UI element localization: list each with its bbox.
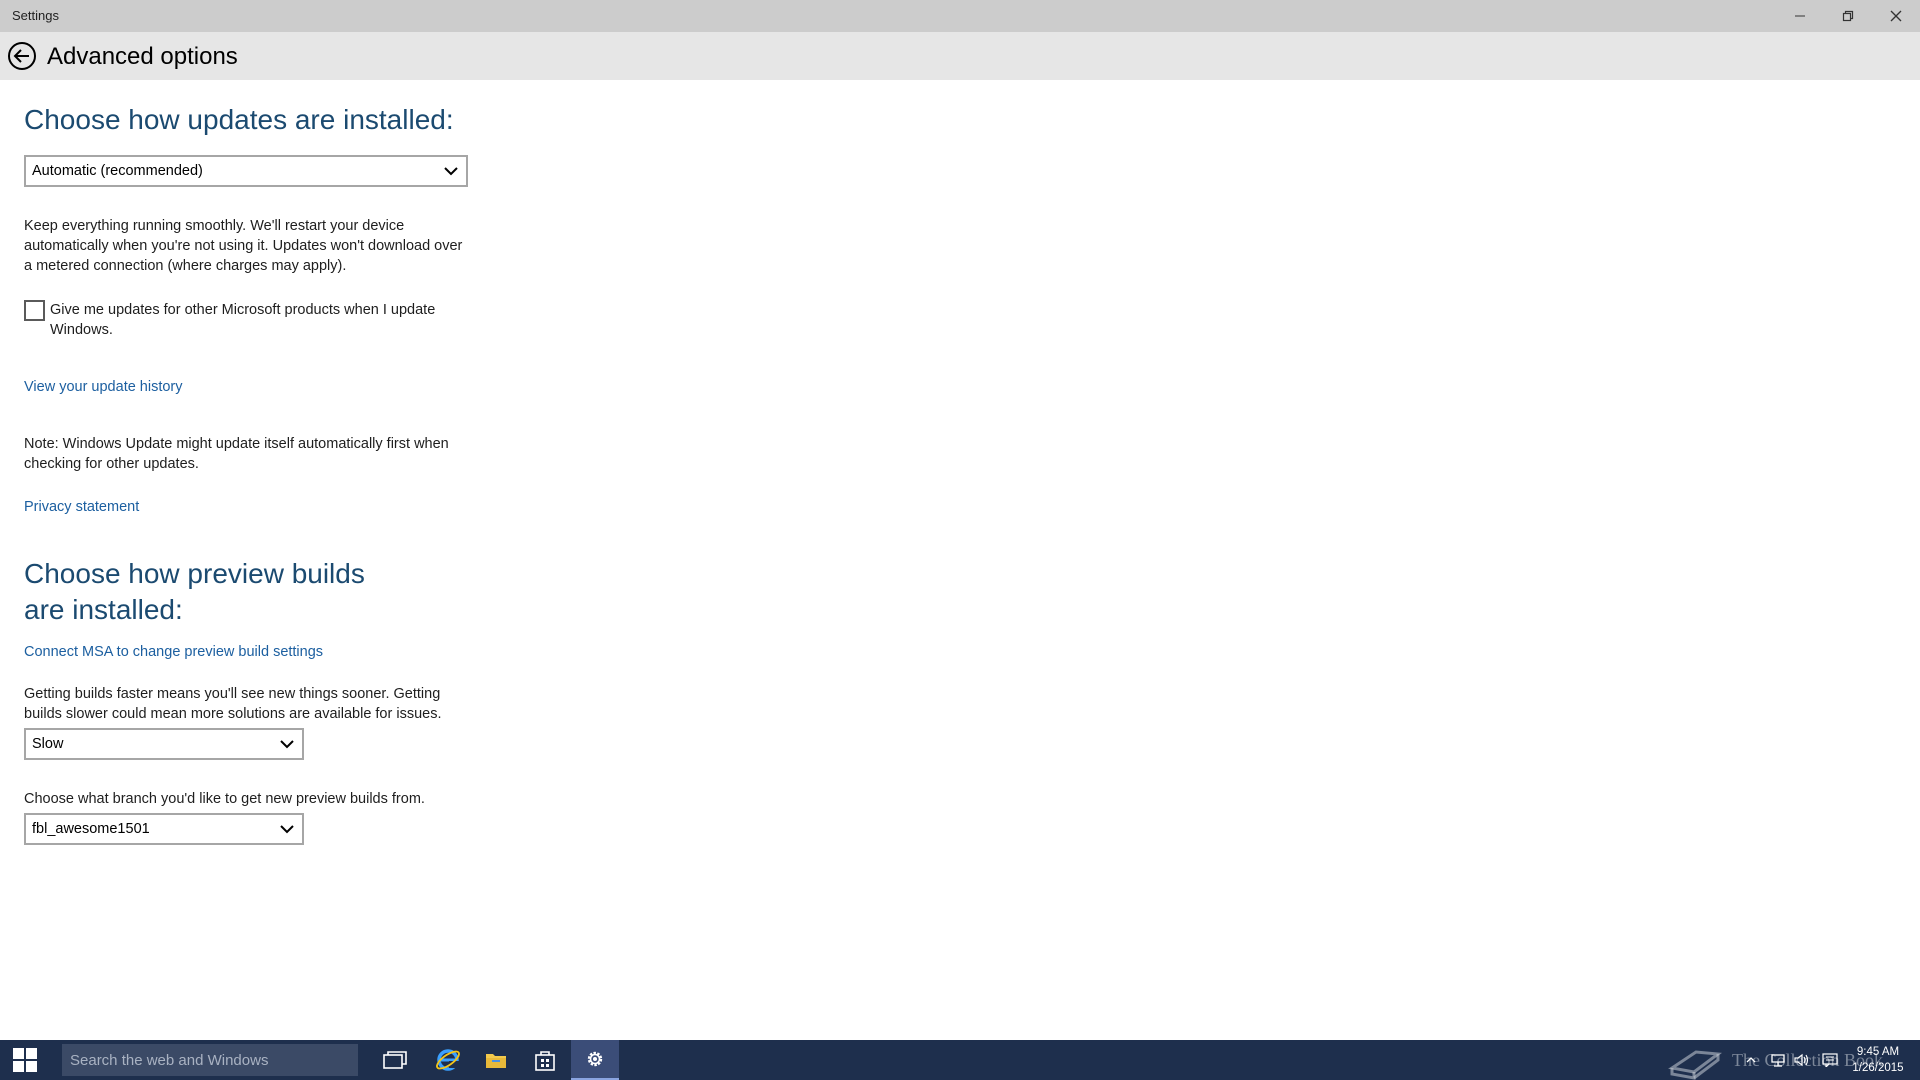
book-watermark-icon [1668, 1050, 1723, 1080]
volume-tray-button[interactable] [1792, 1040, 1812, 1080]
window-title: Settings [12, 8, 59, 23]
close-icon [1890, 10, 1902, 22]
show-hidden-icons-button[interactable] [1744, 1040, 1758, 1080]
taskbar-clock[interactable]: 9:45 AM 1/26/2015 [1846, 1044, 1910, 1076]
chevron-up-icon [1746, 1057, 1756, 1063]
chevron-down-icon [280, 825, 294, 834]
connect-msa-link[interactable]: Connect MSA to change preview build sett… [24, 644, 323, 660]
start-button[interactable] [0, 1040, 50, 1080]
page-header: Advanced options [0, 32, 1920, 80]
updates-heading: Choose how updates are installed: [24, 104, 454, 135]
update-mode-value: Automatic (recommended) [32, 163, 203, 179]
task-view-icon [383, 1051, 407, 1069]
taskbar-search-input[interactable]: Search the web and Windows [62, 1044, 358, 1076]
preview-heading: Choose how preview builds are installed: [24, 558, 365, 625]
back-button[interactable] [4, 38, 40, 74]
store-button[interactable] [521, 1040, 569, 1080]
network-icon [1771, 1054, 1785, 1067]
update-history-link[interactable]: View your update history [24, 379, 183, 395]
internet-explorer-icon [436, 1049, 460, 1071]
update-note: Note: Windows Update might update itself… [24, 436, 449, 472]
store-icon [535, 1051, 555, 1071]
taskbar: Search the web and Windows The Collectio… [0, 1040, 1920, 1080]
file-explorer-button[interactable] [472, 1040, 520, 1080]
action-center-tray-button[interactable] [1820, 1040, 1840, 1080]
action-center-icon [1822, 1053, 1838, 1067]
title-bar: Settings [0, 0, 1920, 32]
settings-gear-icon [587, 1051, 603, 1067]
clock-time: 9:45 AM [1856, 1046, 1900, 1058]
clock-date: 1/26/2015 [1852, 1062, 1904, 1074]
branch-description: Choose what branch you'd like to get new… [24, 791, 425, 807]
volume-icon [1794, 1053, 1809, 1067]
back-arrow-icon [8, 42, 36, 70]
update-mode-dropdown[interactable]: Automatic (recommended) [24, 155, 468, 187]
minimize-button[interactable] [1776, 0, 1824, 32]
restore-button[interactable] [1824, 0, 1872, 32]
minimize-icon [1795, 15, 1805, 17]
preview-speed-description: Getting builds faster means you'll see n… [24, 686, 442, 722]
page-title: Advanced options [47, 43, 238, 70]
chevron-down-icon [444, 167, 458, 176]
file-explorer-icon [486, 1054, 506, 1068]
branch-value: fbl_awesome1501 [32, 821, 150, 837]
preview-speed-dropdown[interactable]: Slow [24, 728, 304, 760]
other-products-checkbox[interactable] [24, 300, 45, 321]
settings-taskbar-button[interactable] [571, 1040, 619, 1080]
chevron-down-icon [280, 740, 294, 749]
windows-logo-icon [13, 1048, 37, 1072]
close-button[interactable] [1872, 0, 1920, 32]
task-view-button[interactable] [371, 1040, 419, 1080]
network-tray-button[interactable] [1768, 1040, 1788, 1080]
updates-description: Keep everything running smoothly. We'll … [24, 218, 463, 274]
other-products-checkbox-label[interactable]: Give me updates for other Microsoft prod… [50, 300, 470, 340]
preview-speed-value: Slow [32, 736, 64, 752]
internet-explorer-button[interactable] [424, 1040, 472, 1080]
branch-dropdown[interactable]: fbl_awesome1501 [24, 813, 304, 845]
restore-icon [1842, 10, 1854, 22]
privacy-statement-link[interactable]: Privacy statement [24, 499, 139, 515]
